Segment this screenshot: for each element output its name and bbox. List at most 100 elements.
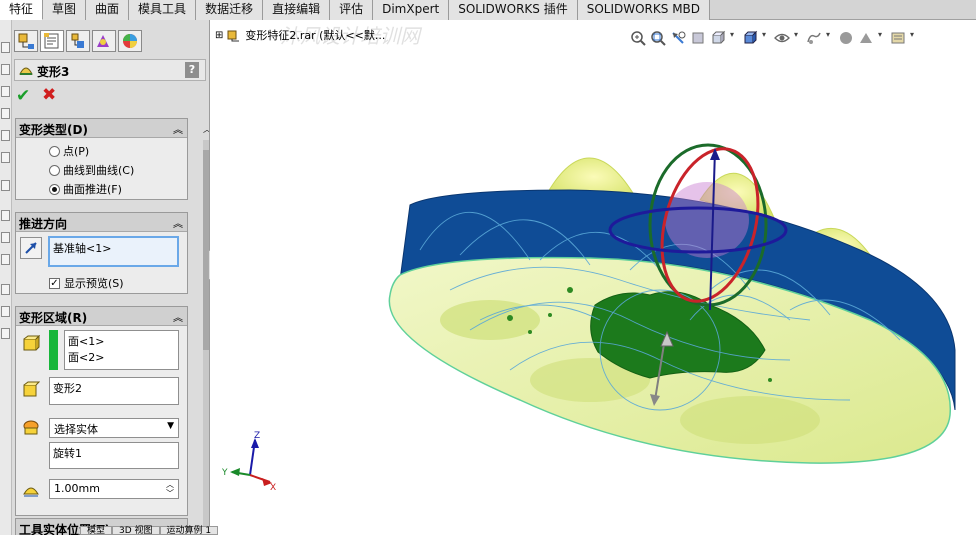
command-manager-tabs: 特征 草图 曲面 模具工具 数据迁移 直接编辑 评估 DimXpert SOLI… [0,0,976,20]
strip-icon[interactable] [1,232,10,243]
bottom-tabs: 模型 3D 视图 运动算例 1 [0,526,300,536]
strip-icon[interactable] [1,108,10,119]
tab-solidworks-addins[interactable]: SOLIDWORKS 插件 [449,0,578,20]
radio-curve-to-curve[interactable]: 曲线到曲线(C) [49,162,134,178]
triad-z-label: Z [254,431,260,441]
group-title: 推进方向 [19,217,68,231]
collapse-icon[interactable]: ︽ [173,121,183,136]
chevron-down-icon: ▼ [167,421,174,431]
property-manager: 变形3 ? ✔ ✖ 变形类型(D) ︽ 点(P) 曲线到曲线(C) 曲面推进(F… [12,20,210,535]
radio-selected-icon [49,183,60,195]
deform-region-header[interactable]: 变形区域(R) ︽ [16,307,187,326]
property-manager-header: 变形3 ? [14,59,206,81]
selection-item: 面<2> [68,351,105,364]
dimple [680,396,820,444]
checkbox-label: 显示预览(S) [64,277,124,290]
face-selection-icon [23,335,40,351]
left-icon-strip [0,20,12,535]
body-to-deform-selection[interactable]: 变形2 [49,377,179,405]
body-selection-icon [23,381,40,397]
input-value: 1.00mm [54,482,100,495]
deform-feature-icon [19,67,33,75]
radio-label: 曲面推进(F) [63,183,122,196]
graphics-area[interactable]: 沐风设计培训网 ⊞ 变形特征2.rar (默认<<默... ▾ ▾ ▾ ▾ ▾ … [210,20,976,526]
tab-solidworks-mbd[interactable]: SOLIDWORKS MBD [577,0,711,20]
dimxpert-icon [97,35,109,47]
show-preview-checkbox[interactable]: ✓ 显示预览(S) [49,275,124,291]
reverse-direction-button[interactable] [20,237,42,259]
configuration-icon [71,33,84,48]
collapse-icon[interactable]: ︽ [173,309,183,324]
tab-evaluate[interactable]: 评估 [330,0,374,20]
push-direction-header[interactable]: 推进方向 ︽ [16,213,187,232]
tool-body-selection[interactable]: 旋转1 [49,442,179,469]
dropdown-value: 选择实体 [54,423,98,436]
distance-icon [23,487,39,497]
property-icon [44,33,59,49]
radio-surface-push[interactable]: 曲面推进(F) [49,181,122,197]
deform-type-group: 变形类型(D) ︽ 点(P) 曲线到曲线(C) 曲面推进(F) [15,118,188,200]
deform-region-group: 变形区域(R) ︽ 面<1> 面<2> 变形2 选择实体 ▼ 旋转1 1.00m… [15,306,188,516]
push-direction-selection[interactable]: 基准轴<1> [48,236,179,267]
deform-distance-input[interactable]: 1.00mm ︿ ﹀ [49,479,179,499]
triad-x-label: X [270,483,276,493]
checkbox-checked-icon: ✓ [49,277,60,289]
radio-icon [49,164,60,176]
strip-icon[interactable] [1,306,10,317]
collapse-icon[interactable]: ︽ [173,215,183,230]
scroll-up-icon[interactable]: ︿ [203,120,209,140]
deform-faces-selection[interactable]: 面<1> 面<2> [64,330,179,370]
strip-icon[interactable] [1,64,10,75]
tab-direct-editing[interactable]: 直接编辑 [263,0,331,20]
tab-features[interactable]: 特征 [0,0,44,20]
dimxpert-manager-tab[interactable] [92,30,116,52]
strip-icon[interactable] [1,86,10,97]
strip-icon[interactable] [1,210,10,221]
tab-motion-study[interactable]: 运动算例 1 [159,526,219,536]
tab-sketch[interactable]: 草图 [43,0,87,20]
appearance-icon [123,34,137,48]
selection-item: 变形2 [53,382,82,395]
strip-icon[interactable] [1,180,10,191]
tool-body-dropdown[interactable]: 选择实体 ▼ [49,418,179,438]
group-title: 变形类型(D) [19,123,88,137]
radio-point[interactable]: 点(P) [49,143,89,159]
strip-icon[interactable] [1,130,10,141]
property-manager-tab[interactable] [40,30,64,52]
strip-icon[interactable] [1,152,10,163]
deform-type-header[interactable]: 变形类型(D) ︽ [16,119,187,138]
configuration-manager-tab[interactable] [66,30,90,52]
tab-dimxpert[interactable]: DimXpert [373,0,450,20]
tab-data-migration[interactable]: 数据迁移 [196,0,264,20]
cancel-button[interactable]: ✖ [42,85,56,105]
display-manager-tab[interactable] [118,30,142,52]
selection-color-swatch [49,330,58,370]
selection-item: 旋转1 [53,447,82,460]
triad-y-label: Y [221,468,228,478]
strip-icon[interactable] [1,284,10,295]
radio-label: 曲线到曲线(C) [63,164,135,177]
tool-body-preview [665,182,749,258]
selection-item: 面<1> [68,335,105,348]
tab-mold-tools[interactable]: 模具工具 [129,0,197,20]
scrollbar[interactable] [203,140,209,535]
radio-label: 点(P) [63,145,90,158]
manager-tabs [12,26,209,52]
selection-item: 基准轴<1> [53,242,112,255]
ok-button[interactable]: ✔ [16,86,30,106]
push-direction-group: 推进方向 ︽ 基准轴<1> ✓ 显示预览(S) [15,212,188,294]
tab-3d-views[interactable]: 3D 视图 [112,526,160,536]
strip-icon[interactable] [1,42,10,53]
group-title: 变形区域(R) [19,311,88,325]
help-button[interactable]: ? [185,62,199,78]
direction-arrow-icon [25,242,37,254]
strip-icon[interactable] [1,254,10,265]
feature-manager-tab[interactable] [14,30,38,52]
feature-title: 变形3 [37,65,70,79]
model-scene[interactable]: Z X Y [210,20,976,526]
tab-model[interactable]: 模型 [80,526,113,536]
spinner-icon[interactable]: ︿ ﹀ [163,480,177,498]
tab-surfaces[interactable]: 曲面 [86,0,130,20]
feature-tree-icon [18,33,34,49]
strip-icon[interactable] [1,328,10,339]
